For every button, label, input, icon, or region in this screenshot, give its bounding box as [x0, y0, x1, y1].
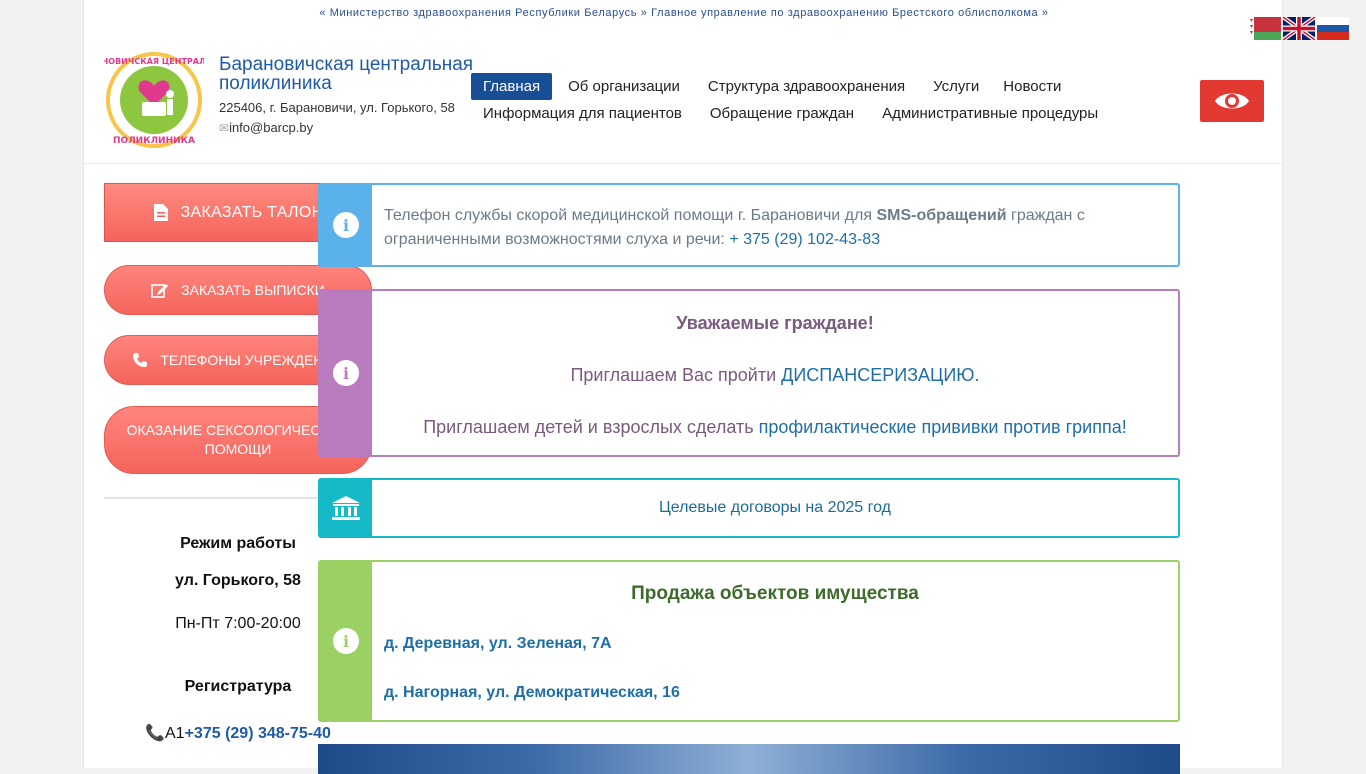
- property-link-2[interactable]: д. Нагорная, ул. Демократическая, 16: [384, 684, 680, 702]
- logo[interactable]: БАРАНОВИЧСКАЯ ЦЕНТРАЛЬНАЯ ПОЛИКЛИНИКА: [104, 50, 204, 150]
- contracts-link[interactable]: Целевые договоры на 2025 год: [659, 499, 891, 517]
- dispensary-link[interactable]: ДИСПАНСЕРИЗАЦИЮ: [781, 365, 974, 385]
- accessibility-button[interactable]: [1200, 80, 1264, 122]
- nav-appeals[interactable]: Обращение граждан: [698, 100, 866, 127]
- sms-info-content: Телефон службы скорой медицинской помощи…: [372, 185, 1178, 265]
- brand-block: Барановичская центральная поликлиника 22…: [219, 55, 479, 135]
- ministry-line[interactable]: « Министерство здравоохранения Республик…: [84, 7, 1284, 19]
- sms-info-box: i Телефон службы скорой медицинской помо…: [318, 183, 1180, 267]
- phone-icon: [133, 353, 148, 367]
- property-box: i Продажа объектов имущества д. Деревная…: [318, 560, 1180, 722]
- nav-admin-procedures[interactable]: Административные процедуры: [870, 100, 1110, 127]
- sms-info-side: i: [320, 185, 372, 265]
- dispensary-dot: .: [974, 365, 980, 385]
- order-extracts-label: Заказать выписки: [181, 282, 325, 298]
- vaccination-line: Приглашаем детей и взрослых сделать проф…: [372, 417, 1178, 438]
- citizens-content: Уважаемые граждане! Приглашаем Вас пройт…: [372, 291, 1178, 455]
- property-content: Продажа объектов имущества д. Деревная, …: [372, 562, 1178, 720]
- phones-label: Телефоны учреждений: [160, 352, 344, 368]
- logo-text-top: БАРАНОВИЧСКАЯ ЦЕНТРАЛЬНАЯ: [104, 57, 204, 66]
- vaccination-text: Приглашаем детей и взрослых сделать: [423, 417, 754, 437]
- nav-services[interactable]: Услуги: [921, 73, 991, 100]
- mail-icon: ✉: [219, 121, 230, 135]
- property-link-1[interactable]: д. Деревная, ул. Зеленая, 7А: [384, 635, 612, 653]
- language-switcher: [1249, 17, 1349, 40]
- sms-phone-link[interactable]: + 375 (29) 102-43-83: [729, 231, 880, 248]
- header-divider: [84, 163, 1284, 164]
- contracts-side: [320, 480, 372, 536]
- edit-icon: [151, 284, 169, 298]
- flag-ru-icon[interactable]: [1317, 17, 1349, 40]
- logo-text-bottom: ПОЛИКЛИНИКА: [113, 136, 195, 146]
- citizens-box: i Уважаемые граждане! Приглашаем Вас про…: [318, 289, 1180, 457]
- citizens-title: Уважаемые граждане!: [676, 313, 874, 333]
- info-icon: i: [333, 212, 359, 238]
- nav-patients[interactable]: Информация для пациентов: [471, 100, 694, 127]
- property-title: Продажа объектов имущества: [631, 583, 919, 604]
- email-text[interactable]: info@barcp.by: [229, 120, 313, 135]
- nav-structure[interactable]: Структура здравоохранения: [696, 73, 917, 100]
- dispensary-line: Приглашаем Вас пройти ДИСПАНСЕРИЗАЦИЮ.: [372, 365, 1178, 386]
- dispensary-text: Приглашаем Вас пройти: [570, 365, 777, 385]
- property-side: i: [320, 562, 372, 720]
- nav-news[interactable]: Новости: [991, 73, 1073, 100]
- contracts-content: Целевые договоры на 2025 год: [372, 480, 1178, 536]
- flag-uk-icon[interactable]: [1283, 17, 1315, 40]
- document-icon: [153, 204, 168, 221]
- main-nav: Главная Об организации Структура здравоо…: [471, 73, 1121, 127]
- info-icon: i: [333, 628, 359, 654]
- sms-text-1: Телефон службы скорой медицинской помощи…: [384, 207, 873, 224]
- bank-icon: [332, 496, 360, 520]
- info-icon: i: [333, 360, 359, 386]
- nav-home[interactable]: Главная: [471, 73, 553, 100]
- brand-address: 225406, г. Барановичи, ул. Горького, 58: [219, 100, 455, 115]
- phone-icon: 📞: [145, 725, 165, 742]
- eye-icon: [1215, 93, 1249, 109]
- contracts-box: Целевые договоры на 2025 год: [318, 478, 1180, 538]
- registry-phone-line: 📞А1+375 (29) 348-75-40: [104, 723, 372, 743]
- brand-email[interactable]: ✉info@barcp.by: [219, 120, 479, 135]
- order-ticket-label: Заказать талон: [180, 203, 324, 221]
- bottom-banner[interactable]: [318, 744, 1180, 774]
- sms-bold: SMS-обращений: [876, 207, 1007, 224]
- nav-about[interactable]: Об организации: [556, 73, 692, 100]
- nav-row-2: Информация для пациентов Обращение гражд…: [471, 100, 1121, 127]
- registry-phone-link[interactable]: +375 (29) 348-75-40: [185, 725, 331, 742]
- vaccination-link[interactable]: профилактические прививки против гриппа!: [759, 417, 1127, 437]
- nav-row-1: Главная Об организации Структура здравоо…: [471, 73, 1121, 100]
- flag-by-icon[interactable]: [1249, 17, 1281, 40]
- citizens-side: i: [320, 291, 372, 455]
- brand-name[interactable]: Барановичская центральная поликлиника: [219, 55, 479, 93]
- registry-prefix: А1: [165, 725, 185, 742]
